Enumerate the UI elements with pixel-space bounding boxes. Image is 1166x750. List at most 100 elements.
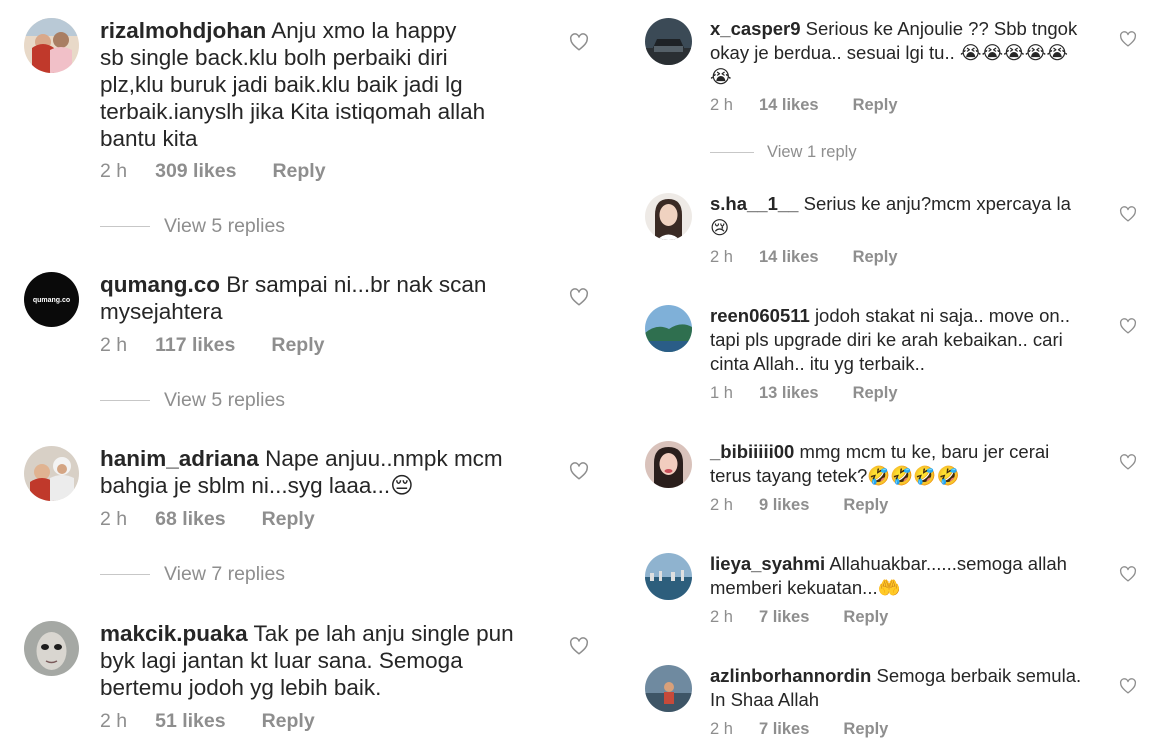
view-replies-button[interactable]: View 5 replies [100,215,285,238]
like-button[interactable] [1119,206,1137,222]
comment-meta: 2 h 7 likes Reply [710,608,888,627]
harbor-photo-icon [645,553,692,600]
like-button[interactable] [1119,454,1137,470]
heart-icon [1120,566,1136,582]
comment-likes[interactable]: 7 likes [759,608,809,627]
avatar[interactable] [645,441,692,488]
comment-username[interactable]: lieya_syahmi [710,553,825,574]
comment-time[interactable]: 2 h [100,710,127,733]
view-replies-button[interactable]: View 1 reply [710,143,857,162]
comment-time[interactable]: 2 h [710,720,733,739]
heart-icon [1120,318,1136,334]
like-button[interactable] [569,288,589,306]
heart-icon [1120,454,1136,470]
comment-time[interactable]: 2 h [100,334,127,357]
comment-username[interactable]: x_casper9 [710,18,801,39]
reply-button[interactable]: Reply [272,160,325,183]
comment-text: qumang.co Br sampai ni...br nak scan mys… [100,271,540,325]
comment-meta: 1 h 13 likes Reply [710,384,898,403]
lake-photo-icon [645,665,692,712]
comment-time[interactable]: 2 h [100,160,127,183]
comment-likes[interactable]: 51 likes [155,710,225,733]
comment-username[interactable]: hanim_adriana [100,446,259,471]
comment-time[interactable]: 2 h [710,496,733,515]
comment-username[interactable]: rizalmohdjohan [100,18,266,43]
heart-icon [1120,31,1136,47]
comment-time[interactable]: 2 h [710,248,733,267]
avatar[interactable] [645,553,692,600]
comment-likes[interactable]: 68 likes [155,508,225,531]
comment-time[interactable]: 2 h [710,608,733,627]
comment-meta: 2 h 68 likes Reply [100,508,315,531]
comment-text: s.ha__1__ Serius ke anju?mcm xpercaya la… [710,192,1105,240]
reply-button[interactable]: Reply [853,248,898,267]
like-button[interactable] [569,462,589,480]
view-replies-label: View 7 replies [164,563,286,585]
reply-button[interactable]: Reply [843,720,888,739]
comment-likes[interactable]: 117 likes [155,334,235,357]
car-photo-icon [645,18,692,65]
like-button[interactable] [1119,566,1137,582]
comment-time[interactable]: 2 h [710,96,733,115]
like-button[interactable] [1119,678,1137,694]
comment-text: reen060511 jodoh stakat ni saja.. move o… [710,304,1105,376]
comment-time[interactable]: 2 h [100,508,127,531]
reply-button[interactable]: Reply [271,334,324,357]
like-button[interactable] [569,637,589,655]
comment-likes[interactable]: 7 likes [759,720,809,739]
woman-photo-icon [645,193,692,240]
like-button[interactable] [1119,31,1137,47]
comment-username[interactable]: makcik.puaka [100,621,248,646]
comment-text: x_casper9 Serious ke Anjoulie ?? Sbb tng… [710,17,1105,89]
view-replies-button[interactable]: View 7 replies [100,563,285,586]
view-replies-label: View 1 reply [767,143,857,161]
comment-likes[interactable]: 9 likes [759,496,809,515]
reply-button[interactable]: Reply [843,496,888,515]
avatar[interactable] [24,446,79,501]
comment-text: _bibiiiii00 mmg mcm tu ke, baru jer cera… [710,440,1105,488]
comment-text: azlinborhannordin Semoga berbaik semula.… [710,664,1105,712]
avatar[interactable]: qumang.co [24,272,79,327]
reply-button[interactable]: Reply [262,508,315,531]
comment-meta: 2 h 309 likes Reply [100,160,326,183]
reply-button[interactable]: Reply [843,608,888,627]
view-replies-button[interactable]: View 5 replies [100,389,285,412]
family-photo-icon [24,446,79,501]
comment-username[interactable]: s.ha__1__ [710,193,798,214]
comment-likes[interactable]: 14 likes [759,248,819,267]
comment-likes[interactable]: 14 likes [759,96,819,115]
avatar[interactable] [645,193,692,240]
comment-time[interactable]: 1 h [710,384,733,403]
avatar[interactable] [645,665,692,712]
heart-icon [570,637,588,655]
comment-username[interactable]: reen060511 [710,305,810,326]
comment-text: rizalmohdjohan Anju xmo la happy sb sing… [100,17,540,152]
heart-icon [570,288,588,306]
avatar[interactable] [645,18,692,65]
brand-logo-icon: qumang.co [24,272,79,327]
couple-photo-icon [24,18,79,73]
avatar[interactable] [24,18,79,73]
reply-button[interactable]: Reply [262,710,315,733]
heart-icon [1120,678,1136,694]
heart-icon [570,462,588,480]
comment-likes[interactable]: 309 likes [155,160,236,183]
comment-meta: 2 h 51 likes Reply [100,710,315,733]
view-replies-label: View 5 replies [164,215,286,237]
comment-likes[interactable]: 13 likes [759,384,819,403]
reply-button[interactable]: Reply [853,384,898,403]
avatar[interactable] [645,305,692,352]
comment-meta: 2 h 9 likes Reply [710,496,888,515]
comment-text: hanim_adriana Nape anjuu..nmpk mcm bahgi… [100,445,540,499]
comment-text: lieya_syahmi Allahuakbar......semoga all… [710,552,1105,600]
comment-username[interactable]: azlinborhannordin [710,665,871,686]
face-photo-icon [24,621,79,676]
reply-button[interactable]: Reply [853,96,898,115]
comment-username[interactable]: qumang.co [100,272,220,297]
like-button[interactable] [569,33,589,51]
like-button[interactable] [1119,318,1137,334]
avatar[interactable] [24,621,79,676]
comment-meta: 2 h 7 likes Reply [710,720,888,739]
woman-photo-icon [645,441,692,488]
comment-username[interactable]: _bibiiiii00 [710,441,794,462]
